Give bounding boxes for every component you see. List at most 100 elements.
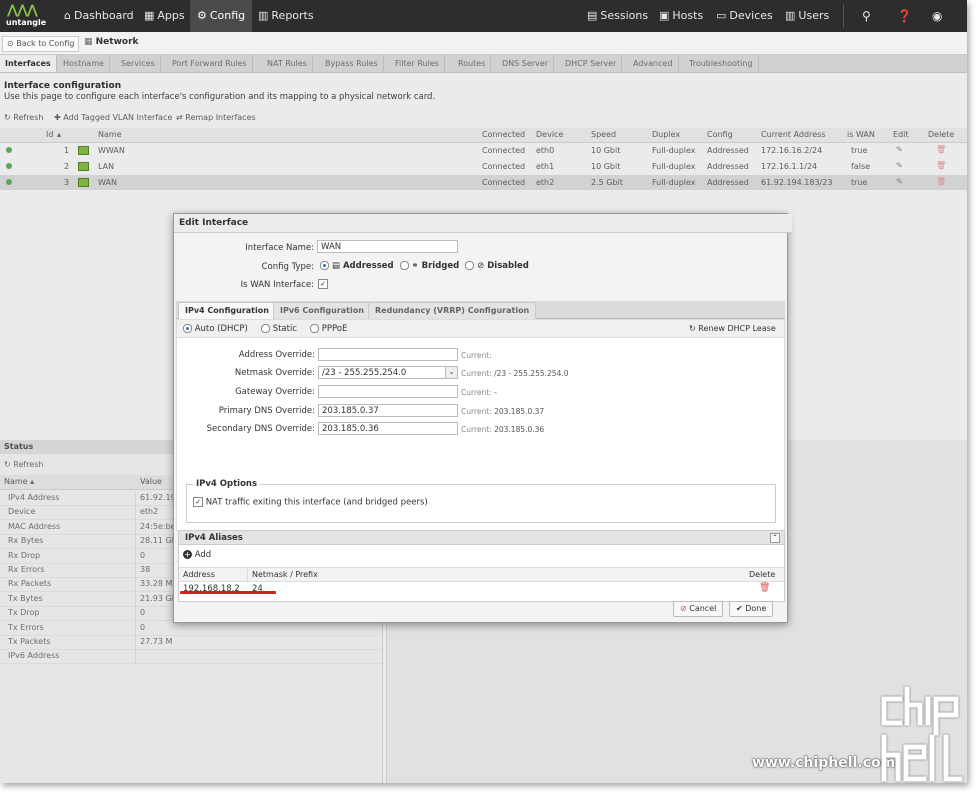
current-label: Current: [461, 388, 492, 397]
nav-label: Config [209, 9, 246, 22]
dialog-title: Edit Interface [174, 214, 792, 233]
col-netmask: Netmask / Prefix [252, 570, 318, 579]
ipv4-mode-bar: Auto (DHCP) Static PPPoE ↻ Renew DHCP Le… [177, 320, 784, 338]
input-value: 203.185.0.37 [322, 406, 379, 416]
radio-label: Auto (DHCP) [194, 324, 248, 334]
config-type-group: ▤ Addressed ⚭ Bridged ⊘ Disabled [320, 261, 529, 271]
radio-label: Addressed [342, 261, 394, 271]
trash-icon[interactable]: 🗑 [759, 583, 770, 593]
aliases-header: IPv4 Aliases ⌃ [179, 531, 784, 545]
field-input-1[interactable]: /23 - 255.255.254.0 ⌄ [318, 366, 458, 379]
interface-name-label: Interface Name: [245, 243, 314, 253]
field-label: Gateway Override: [235, 387, 315, 397]
help-button[interactable]: ❓ [890, 0, 919, 32]
field-label: Secondary DNS Override: [206, 424, 315, 434]
collapse-icon[interactable]: ⌃ [770, 533, 780, 543]
untangle-logo[interactable]: ⋀⋀⋀ untangle [5, 3, 53, 29]
check-icon: ✓ [318, 279, 328, 289]
nav-devices[interactable]: ▭ Devices [709, 0, 780, 32]
nav-divider [843, 4, 844, 28]
field-input-0[interactable] [318, 348, 458, 361]
ipv4-options-fieldset: IPv4 Options ✓ NAT traffic exiting this … [186, 479, 776, 523]
done-label: Done [745, 604, 767, 613]
nav-hosts[interactable]: ▣ Hosts [652, 0, 710, 32]
interface-name-input[interactable]: WAN [317, 240, 458, 253]
radio-off-icon [261, 324, 270, 333]
field-input-3[interactable]: 203.185.0.37 [318, 404, 458, 417]
mode-dhcp-radio[interactable]: Auto (DHCP) [183, 324, 248, 334]
field-input-2[interactable] [318, 385, 458, 398]
current-label: Current: [461, 407, 492, 416]
chiphell-logo [881, 686, 963, 782]
nav-label: Users [798, 9, 830, 22]
tab-vrrp-config[interactable]: Redundancy (VRRP) Configuration [368, 302, 537, 319]
back-to-config-button[interactable]: ⊙ Back to Config [2, 36, 80, 52]
nav-label: Hosts [672, 9, 704, 22]
is-wan-label: Is WAN Interface: [240, 280, 314, 290]
mode-static-radio[interactable]: Static [261, 324, 297, 334]
back-label: Back to Config [16, 39, 75, 48]
account-button[interactable]: ◉ [925, 0, 949, 32]
renew-label: Renew DHCP Lease [698, 324, 776, 333]
renew-dhcp-button[interactable]: ↻ Renew DHCP Lease [689, 324, 776, 333]
nav-users[interactable]: ▥ Users [778, 0, 836, 32]
users-icon: ▥ [785, 9, 796, 22]
edit-interface-dialog: Edit Interface Interface Name: WAN Confi… [173, 213, 792, 623]
is-wan-checkbox[interactable]: ✓ [318, 279, 328, 290]
radio-on-icon [320, 261, 329, 270]
tab-ipv4-config[interactable]: IPv4 Configuration [178, 302, 276, 319]
help-icon: ❓ [897, 9, 912, 23]
nat-traffic-checkbox[interactable]: ✓ NAT traffic exiting this interface (an… [193, 497, 428, 508]
config-addressed-radio[interactable]: ▤ Addressed [320, 261, 394, 271]
red-underline-annotation [180, 591, 276, 594]
radio-label: Bridged [421, 261, 460, 271]
radio-on-icon [183, 324, 192, 333]
input-value: /23 - 255.255.254.0 [322, 368, 407, 378]
add-alias-button[interactable]: + Add [183, 550, 211, 560]
nav-config[interactable]: ⚙ Config [190, 0, 253, 32]
home-icon: ⌂ [64, 9, 71, 22]
field-label: Address Override: [238, 350, 315, 360]
current-text: 203.185.0.37 [494, 407, 545, 416]
aliases-title: IPv4 Aliases [185, 533, 243, 543]
tab-ipv6-config[interactable]: IPv6 Configuration [273, 302, 371, 319]
done-button[interactable]: ✔ Done [729, 601, 774, 617]
breadcrumb-label: Network [95, 37, 139, 47]
nav-reports[interactable]: ▥ Reports [251, 0, 321, 32]
config-disabled-radio[interactable]: ⊘ Disabled [465, 261, 529, 271]
arrow-left-icon: ⊙ [7, 39, 17, 48]
lightbulb-icon: ⚲ [862, 9, 871, 23]
mode-pppoe-radio[interactable]: PPPoE [310, 324, 347, 334]
config-bridged-radio[interactable]: ⚭ Bridged [399, 261, 460, 271]
chevron-down-icon[interactable]: ⌄ [445, 367, 457, 378]
radio-off-icon [310, 324, 319, 333]
field-label: Primary DNS Override: [218, 406, 315, 416]
ipv4-options-title: IPv4 Options [193, 479, 261, 489]
cancel-label: Cancel [689, 604, 717, 613]
nav-label: Reports [271, 9, 314, 22]
subtab-label: Redundancy (VRRP) Configuration [375, 306, 530, 315]
nav-dashboard[interactable]: ⌂ Dashboard [57, 0, 141, 32]
sessions-icon: ▤ [587, 9, 598, 22]
cancel-button[interactable]: ⊘ Cancel [673, 601, 724, 617]
radio-label: Disabled [487, 261, 529, 271]
current-value: Current: [461, 351, 492, 360]
field-input-4[interactable]: 203.185.0.36 [318, 422, 458, 435]
subtab-label: IPv4 Configuration [185, 306, 269, 315]
nav-label: Devices [729, 9, 773, 22]
tips-button[interactable]: ⚲ [855, 0, 878, 32]
nav-apps[interactable]: ▦ Apps [137, 0, 192, 32]
nav-sessions[interactable]: ▤ Sessions [580, 0, 655, 32]
doc-icon: ▤ [331, 261, 340, 271]
gear-icon: ⚙ [197, 9, 207, 22]
plus-circle-icon: + [183, 550, 192, 559]
radio-label: Static [272, 324, 298, 334]
radio-off-icon [465, 261, 475, 270]
col-address: Address [183, 570, 215, 579]
config-type-label: Config Type: [261, 262, 314, 272]
subtab-label: IPv6 Configuration [280, 306, 364, 315]
radio-label: PPPoE [321, 324, 348, 334]
nav-label: Dashboard [73, 9, 134, 22]
aliases-col-header: Address Netmask / Prefix Delete [179, 567, 784, 582]
radio-off-icon [399, 261, 409, 270]
